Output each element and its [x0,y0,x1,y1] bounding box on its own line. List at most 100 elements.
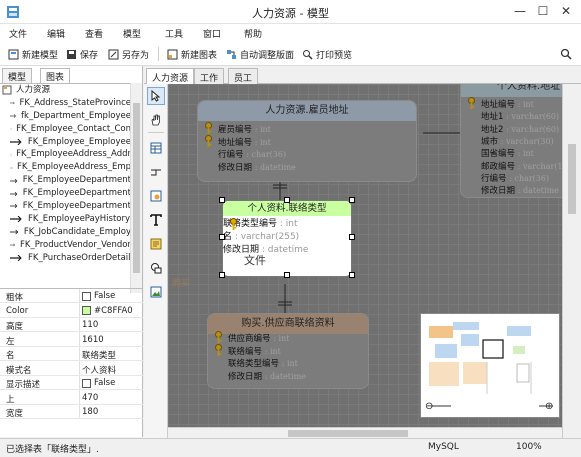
property-value[interactable]: 1610 [82,335,104,345]
property-row[interactable]: 上 470 [0,391,143,405]
tree-item[interactable]: FK_EmployeeDepartment [0,174,131,187]
resize-handle[interactable] [219,197,225,203]
tree-item[interactable]: FK_EmployeeDepartment [0,187,131,200]
table-tool[interactable] [147,139,165,157]
property-row[interactable]: 显示描述 False [0,376,143,390]
tree-item[interactable]: FK_Employee_Employee [0,136,131,149]
tab-employee[interactable]: 员工 [228,68,259,84]
new-model-icon [8,49,19,59]
minimap[interactable]: ⊖ ⊕ [420,313,560,418]
save-as-button[interactable]: 另存为 [108,47,149,61]
menu-file[interactable]: 文件 [9,27,27,40]
entity-contact-type[interactable]: 个人资料.联络类型 联络类型编号 : int 名 : varchar(255) 修改… [219,197,355,278]
color-swatch[interactable] [82,306,91,315]
relation-tool[interactable] [147,163,165,181]
object-tree: 人力资源 FK_Address_StateProvince fk_Departme… [0,83,131,293]
menu-view[interactable]: 查看 [85,27,103,40]
property-row[interactable]: 名 联络类型 [0,347,143,361]
menu-tools[interactable]: 工具 [165,27,183,40]
resize-handle[interactable] [349,272,355,278]
menu-edit[interactable]: 编辑 [47,27,65,40]
shape-tool[interactable] [147,259,165,277]
pointer-tool[interactable] [147,87,165,105]
zoom-in-icon[interactable]: ⊕ [545,401,553,412]
tab-hr[interactable]: 人力资源 [146,68,195,84]
zoom-out-icon[interactable]: ⊖ [425,401,433,412]
resize-handle[interactable] [284,197,290,203]
foreign-key-icon [10,255,22,262]
new-model-button[interactable]: 新建模型 [8,47,58,61]
entity-vendor-contact[interactable]: 购买.供应商联络资料 供应商编号 : int 联络编号 : int 联络类型编号 :… [207,313,369,389]
entity-hr-employee-address[interactable]: 人力资源.雇员地址 雇员编号 : int 地址编号 : int 行编号 : char… [197,100,417,182]
property-value[interactable]: 联络类型 [82,349,116,361]
canvas-vscrollbar[interactable] [562,84,581,438]
entity-field: 地址编号 : int [218,136,271,148]
vscroll-thumb[interactable] [568,144,576,214]
new-diagram-label: 新建图表 [181,50,218,61]
note-tool[interactable] [147,235,165,253]
property-row[interactable]: Color #C8FFA0 [0,304,143,318]
property-row[interactable]: 高度 110 [0,318,143,332]
tree-item[interactable]: FK_JobCandidate_Employ [0,226,131,239]
view-tool[interactable] [147,187,165,205]
resize-handle[interactable] [349,234,355,240]
property-row[interactable]: 宽度 180 [0,405,143,419]
search-icon[interactable] [560,48,572,60]
image-icon [150,286,162,298]
canvas-hscrollbar[interactable] [168,427,562,438]
shape-icon [151,263,162,274]
tab-diagram[interactable]: 图表 [40,68,71,83]
image-tool[interactable] [147,283,165,301]
resize-handle[interactable] [284,272,290,278]
tree-item[interactable]: FK_EmployeeAddress_Emp [0,161,131,174]
property-value[interactable]: 180 [82,407,98,417]
tree-scrollbar[interactable] [130,83,142,293]
property-value[interactable]: 个人资料 [82,364,116,376]
text-caret-field[interactable]: 文件 [244,252,266,268]
resize-handle[interactable] [219,234,225,240]
tree-item[interactable]: FK_EmployeePayHistory [0,213,131,226]
property-row[interactable]: 左 1610 [0,333,143,347]
text-tool[interactable] [147,211,165,229]
property-key: 显示描述 [6,380,41,390]
resize-handle[interactable] [349,197,355,203]
save-button[interactable]: 保存 [66,47,98,61]
minimize-button[interactable]: — [509,2,531,20]
property-row[interactable]: 模式名 个人资料 [0,362,143,376]
auto-layout-button[interactable]: 自动调整版面 [226,47,294,61]
tree-scroll-thumb[interactable] [133,103,140,273]
checkbox[interactable] [82,378,91,388]
resize-handle[interactable] [219,272,225,278]
print-preview-button[interactable]: 打印预览 [302,47,352,61]
tree-item[interactable]: FK_Employee_Contact_Con [0,123,131,136]
menu-model[interactable]: 模型 [123,27,141,40]
close-button[interactable]: ✕ [555,2,577,20]
property-value[interactable]: 110 [82,320,98,330]
property-value-text: 1610 [82,334,104,345]
menu-help[interactable]: 帮助 [244,27,262,40]
hscroll-thumb[interactable] [288,430,408,437]
hand-tool[interactable] [147,111,165,129]
property-value[interactable]: False [82,291,115,301]
checkbox[interactable] [82,291,91,301]
property-key: 粗体 [6,293,24,303]
menu-window[interactable]: 窗口 [203,27,221,40]
tab-model[interactable]: 模型 [2,68,33,83]
new-diagram-button[interactable]: 新建图表 [167,47,217,61]
tree-item[interactable]: FK_PurchaseOrderDetail [0,252,131,265]
maximize-button[interactable]: ☐ [532,2,554,20]
property-row[interactable]: 粗体 False [0,289,143,303]
property-value[interactable]: False [82,378,115,388]
property-value[interactable]: #C8FFA0 [82,306,133,316]
foreign-key-icon [10,243,16,247]
tree-root[interactable]: 人力资源 [0,84,131,97]
tree-item[interactable]: FK_Address_StateProvince [0,97,131,110]
tree-item[interactable]: FK_ProductVendor_Vendor [0,239,131,252]
tree-item[interactable]: fk_Department_Employee [0,110,131,123]
tab-work[interactable]: 工作 [194,68,225,84]
entity-field: 修改日期 : datetime [481,184,559,196]
entity-person-address[interactable]: 个人资料.地址 地址编号 : int 地址1 : varchar(60) 地址2 :… [460,84,562,198]
tree-item[interactable]: FK_EmployeeDepartment [0,200,131,213]
property-value[interactable]: 470 [82,393,98,403]
tree-item[interactable]: FK_EmployeeAddress_Addr [0,148,131,161]
